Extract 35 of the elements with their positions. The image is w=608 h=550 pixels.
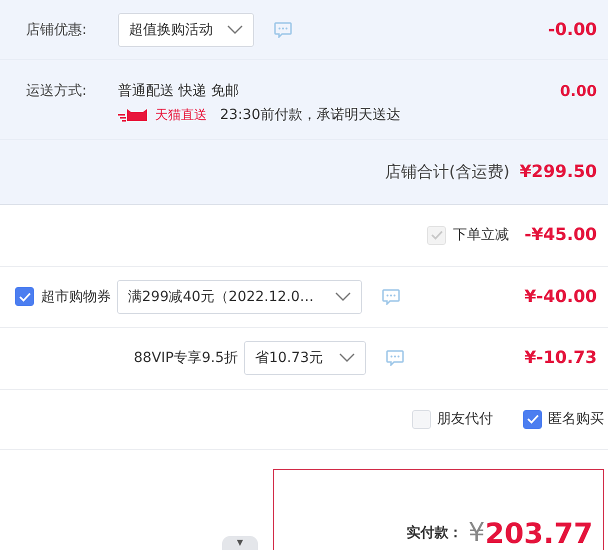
collapse-tab[interactable]: ▼: [222, 536, 258, 550]
option-label: 匿名购买: [548, 410, 604, 428]
caret-icon: [335, 292, 351, 302]
field-label: 店铺优惠:: [26, 20, 88, 38]
field-label: 运送方式:: [26, 82, 88, 100]
vip-amount: ¥-10.73: [523, 348, 597, 368]
option-label: 朋友代付: [437, 410, 493, 428]
coupon-dropdown[interactable]: 满299减40元（2022.12.0…: [117, 280, 362, 314]
check-icon: [526, 414, 538, 424]
delivery-service-label: 天猫直送: [155, 107, 207, 124]
discount-label: 下单立减: [453, 226, 509, 244]
total-label: 店铺合计(含运费): [385, 162, 510, 182]
caret-icon: [339, 353, 355, 364]
caret-icon: [227, 24, 243, 34]
chat-icon[interactable]: [274, 22, 292, 38]
vip-dropdown[interactable]: 省10.73元: [244, 341, 366, 376]
currency-sign: ¥: [468, 518, 485, 548]
coupon-label: 超市购物券: [41, 288, 111, 306]
checkbox[interactable]: [523, 410, 542, 428]
checkbox[interactable]: [15, 287, 34, 306]
vip-label: 88VIP专享9.5折: [132, 349, 238, 368]
discount-dropdown[interactable]: 超值换购活动: [118, 12, 254, 46]
check-icon: [18, 292, 30, 302]
discount-amount: -¥45.00: [523, 225, 597, 246]
shipping-amount: 0.00: [560, 82, 597, 100]
check-icon: [430, 230, 442, 240]
payment-label: 实付款：: [406, 524, 462, 542]
discount-amount: -0.00: [548, 20, 597, 40]
shipping-method: 普通配送 快递 免邮: [118, 82, 240, 100]
chat-icon[interactable]: [382, 288, 400, 305]
total-amount: ¥299.50: [520, 162, 597, 182]
payment-amount: 203.77: [484, 516, 593, 550]
coupon-amount: ¥-40.00: [523, 286, 597, 307]
delivery-promise: 23:30前付款，承诺明天送达: [220, 106, 400, 124]
chat-icon[interactable]: [386, 350, 404, 366]
